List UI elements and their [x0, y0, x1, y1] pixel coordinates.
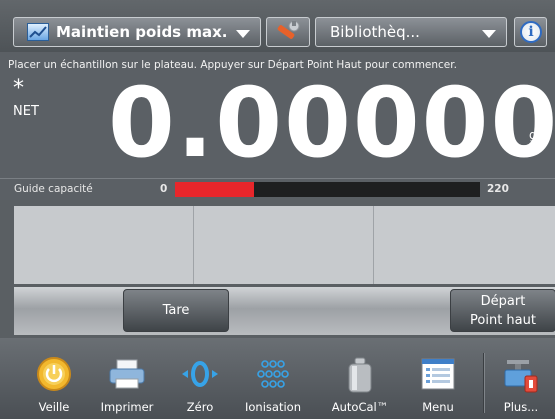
nav-label: Plus...: [503, 400, 539, 414]
data-panel: [14, 206, 555, 284]
nav-veille[interactable]: Veille: [21, 338, 87, 419]
info-button[interactable]: i: [514, 17, 547, 47]
power-icon: [37, 357, 71, 391]
nav-label: Menu: [422, 400, 454, 414]
weight-display: Placer un échantillon sur le plateau. Ap…: [0, 52, 555, 178]
nav-more[interactable]: Plus...: [488, 338, 554, 419]
capacity-bar-fill: [175, 182, 255, 197]
zero-icon: [182, 361, 218, 387]
unit-label: g: [529, 128, 537, 142]
ionisation-icon: [257, 360, 289, 388]
library-label: Bibliothèq...: [330, 23, 420, 41]
more-icon: [504, 360, 538, 393]
settings-tool-button[interactable]: [266, 17, 310, 47]
nav-label: Veille: [38, 400, 70, 414]
nav-menu[interactable]: Menu: [405, 338, 471, 419]
nav-imprimer[interactable]: Imprimer: [94, 338, 160, 419]
chevron-down-icon: [482, 30, 496, 38]
printer-icon: [109, 359, 145, 389]
nav-label: AutoCal™: [331, 400, 389, 414]
nav-label: Ionisation: [245, 400, 301, 414]
stable-indicator: *: [13, 76, 24, 101]
capacity-max: 220: [487, 183, 509, 195]
menu-icon: [421, 358, 455, 390]
capacity-guide: Guide capacité 0 220: [0, 178, 555, 200]
calibration-weight-icon: [348, 357, 372, 393]
capacity-bar: [175, 182, 480, 197]
chevron-down-icon: [236, 30, 250, 38]
bottom-nav: Veille Imprimer Zéro Ionisation AutoCal™…: [0, 338, 555, 419]
balance-screen: Maintien poids max. Bibliothèq... i Plac…: [0, 0, 555, 419]
capacity-min: 0: [160, 183, 168, 195]
data-cell: [374, 206, 555, 284]
nav-label: Zéro: [186, 400, 214, 414]
info-icon: i: [520, 21, 542, 43]
nav-label: Imprimer: [100, 400, 154, 414]
wrench-icon: [277, 20, 300, 39]
action-bar: Tare Départ Point haut: [14, 287, 555, 335]
top-bar: Maintien poids max. Bibliothèq... i: [0, 0, 555, 52]
start-high-point-button[interactable]: Départ Point haut: [450, 289, 555, 332]
weight-reading: 0.00000: [108, 67, 555, 179]
data-cell: [14, 206, 194, 284]
nav-divider: [483, 353, 485, 413]
library-dropdown[interactable]: Bibliothèq...: [315, 17, 507, 47]
application-mode-label: Maintien poids max.: [56, 23, 228, 41]
capacity-label: Guide capacité: [14, 183, 93, 195]
tare-button[interactable]: Tare: [123, 289, 229, 332]
start-button-label-line2: Point haut: [470, 313, 536, 328]
nav-ionisation[interactable]: Ionisation: [240, 338, 306, 419]
nav-zero[interactable]: Zéro: [167, 338, 233, 419]
chart-icon: [27, 23, 49, 41]
net-label: NET: [13, 104, 39, 119]
tare-button-label: Tare: [162, 303, 190, 318]
application-dropdown[interactable]: Maintien poids max.: [13, 17, 261, 47]
start-button-label-line1: Départ: [480, 294, 526, 309]
nav-autocal[interactable]: AutoCal™: [327, 338, 393, 419]
data-cell: [194, 206, 374, 284]
